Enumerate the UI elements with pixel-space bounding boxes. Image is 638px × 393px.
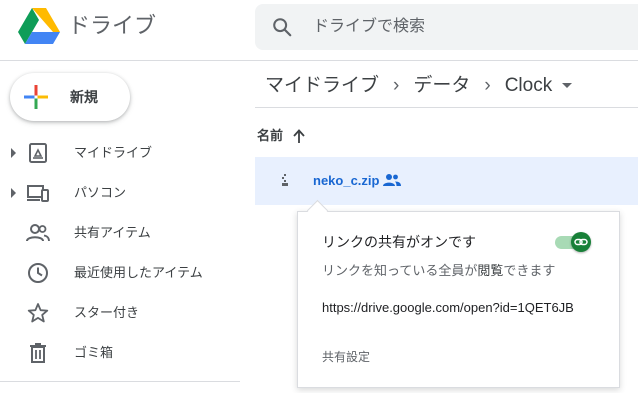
permission-dropdown[interactable]: 閲覧 bbox=[477, 263, 503, 278]
sidebar-item-label: スター付き bbox=[74, 305, 140, 320]
shared-people-icon bbox=[26, 224, 50, 242]
column-header-name[interactable]: 名前 bbox=[257, 127, 283, 145]
sidebar-item-computers[interactable]: パソコン bbox=[0, 173, 240, 213]
search-bar[interactable]: ドライブで検索 bbox=[255, 4, 638, 50]
breadcrumb-current[interactable]: Clock bbox=[505, 75, 553, 97]
chevron-right-icon: › bbox=[484, 75, 491, 96]
link-sharing-toggle[interactable] bbox=[555, 232, 593, 252]
sidebar-item-starred[interactable]: スター付き bbox=[0, 293, 240, 333]
sidebar-item-trash[interactable]: ゴミ箱 bbox=[0, 333, 240, 373]
toggle-knob[interactable] bbox=[571, 232, 591, 252]
breadcrumb-item[interactable]: データ bbox=[413, 70, 470, 97]
sidebar-item-label: 最近使用したアイテム bbox=[74, 265, 203, 280]
header-divider bbox=[0, 60, 638, 61]
sidebar-item-label: 共有アイテム bbox=[74, 225, 151, 240]
search-icon[interactable] bbox=[271, 16, 293, 38]
link-icon bbox=[574, 238, 588, 246]
drive-logo-icon[interactable] bbox=[18, 8, 60, 46]
sidebar-item-recent[interactable]: 最近使用したアイテム bbox=[0, 253, 240, 293]
app-title: ドライブ bbox=[68, 13, 157, 38]
description-prefix: リンクを知っている全員が bbox=[322, 263, 478, 278]
trash-icon bbox=[30, 343, 46, 363]
sidebar-item-shared[interactable]: 共有アイテム bbox=[0, 213, 240, 253]
sidebar-item-label: マイドライブ bbox=[74, 145, 153, 160]
link-sharing-title: リンクの共有がオンです bbox=[322, 234, 476, 250]
search-input[interactable]: ドライブで検索 bbox=[313, 16, 425, 38]
computers-icon bbox=[27, 185, 49, 202]
sidebar-item-my-drive[interactable]: マイドライブ bbox=[0, 133, 240, 173]
chevron-down-icon[interactable] bbox=[562, 83, 573, 89]
zip-file-icon bbox=[282, 174, 288, 186]
main-divider bbox=[255, 107, 638, 108]
sharing-settings-link[interactable]: 共有設定 bbox=[322, 349, 370, 365]
new-button[interactable]: 新規 bbox=[10, 73, 130, 121]
share-link-url[interactable]: https://drive.google.com/open?id=1QET6JB bbox=[322, 299, 594, 317]
description-suffix: できます bbox=[503, 263, 556, 278]
new-button-label: 新規 bbox=[70, 89, 98, 105]
star-icon bbox=[27, 303, 49, 323]
table-row[interactable]: neko_c.zip bbox=[255, 157, 638, 205]
sidebar-item-label: ゴミ箱 bbox=[74, 345, 114, 360]
chevron-right-icon: › bbox=[393, 75, 400, 96]
clock-icon bbox=[28, 263, 48, 283]
sidebar-divider bbox=[0, 381, 240, 382]
link-sharing-popup: リンクの共有がオンです リンクを知っている全員が閲覧できます https://d… bbox=[297, 211, 620, 388]
sidebar-item-label: パソコン bbox=[74, 185, 127, 200]
link-sharing-description: リンクを知っている全員が閲覧できます bbox=[322, 262, 555, 280]
expand-arrow-icon[interactable] bbox=[11, 148, 16, 158]
breadcrumb: マイドライブ › データ › Clock bbox=[265, 70, 573, 100]
plus-icon bbox=[24, 85, 48, 109]
shared-people-icon bbox=[383, 174, 401, 186]
expand-arrow-icon[interactable] bbox=[11, 188, 16, 198]
my-drive-icon bbox=[29, 143, 47, 163]
breadcrumb-item[interactable]: マイドライブ bbox=[265, 70, 379, 97]
file-name[interactable]: neko_c.zip bbox=[313, 172, 379, 190]
sort-arrow-up-icon[interactable] bbox=[292, 128, 306, 144]
